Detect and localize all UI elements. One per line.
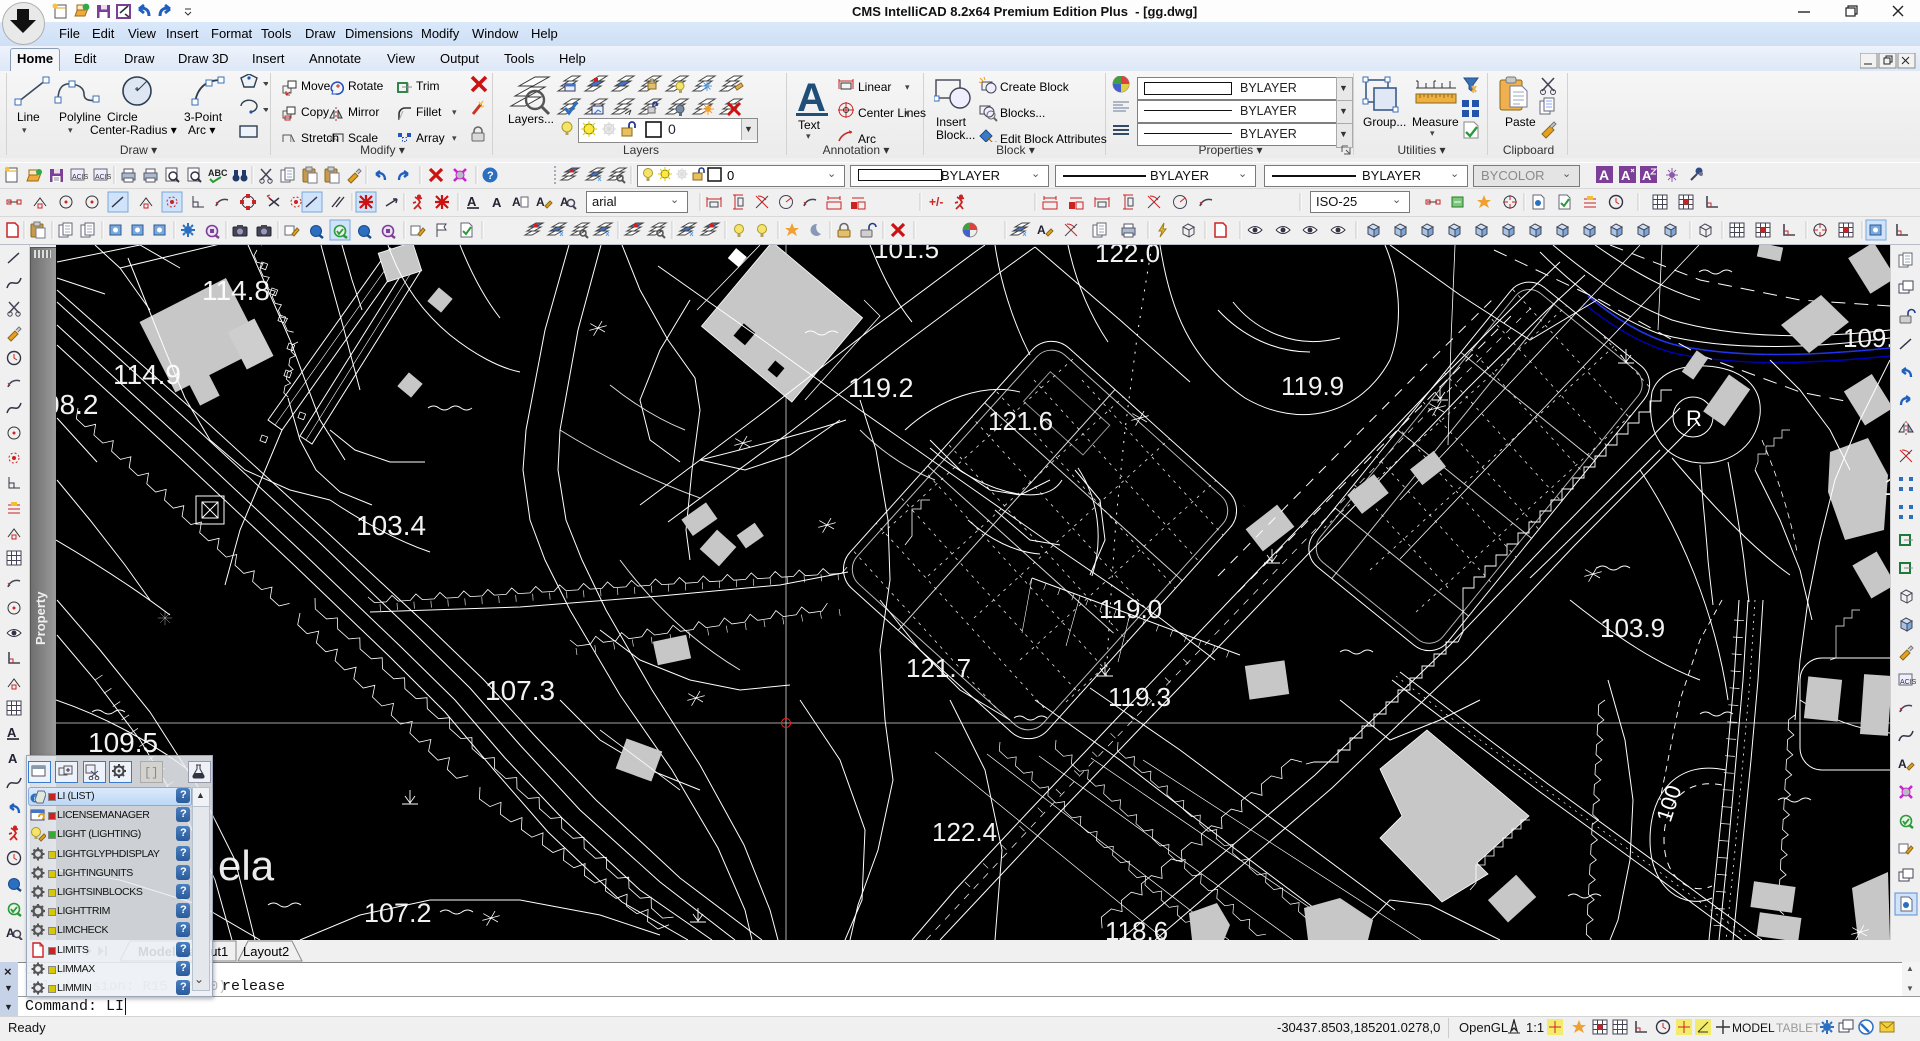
svg-text:A: A	[1037, 223, 1046, 237]
svg-text:114.8: 114.8	[202, 275, 270, 306]
svg-text:103.9: 103.9	[1600, 613, 1665, 643]
svg-text:122.0: 122.0	[1095, 245, 1160, 268]
svg-text:119.2: 119.2	[848, 373, 914, 403]
svg-text:A: A	[492, 195, 502, 210]
svg-text:ACIS: ACIS	[72, 174, 89, 181]
svg-text:08.2: 08.2	[56, 389, 99, 420]
svg-text:107.2: 107.2	[364, 898, 432, 928]
svg-text:121.7: 121.7	[906, 653, 971, 683]
svg-text:ela: ela	[218, 842, 275, 889]
svg-text:R: R	[1686, 406, 1702, 431]
svg-text:103.4: 103.4	[356, 510, 426, 541]
svg-text:ABC: ABC	[208, 168, 228, 178]
svg-text:A: A	[512, 195, 521, 209]
svg-text:A: A	[1621, 168, 1631, 183]
svg-text:?: ?	[487, 170, 494, 182]
svg-text:122.4: 122.4	[932, 817, 997, 847]
svg-text:A: A	[467, 194, 477, 209]
svg-text:ACIS: ACIS	[1900, 679, 1917, 686]
svg-text:121.6: 121.6	[988, 406, 1053, 436]
svg-text:118.6: 118.6	[1105, 916, 1168, 940]
svg-text:107.3: 107.3	[485, 675, 555, 706]
svg-text:A: A	[1599, 167, 1609, 183]
svg-text:A: A	[1642, 168, 1652, 183]
svg-text:+/-: +/-	[929, 195, 943, 209]
svg-text:109.3: 109.3	[1843, 323, 1890, 353]
svg-text:109.5: 109.5	[88, 727, 158, 758]
svg-text:A: A	[536, 195, 545, 209]
svg-text:101.5: 101.5	[874, 245, 939, 264]
svg-text:A: A	[1898, 757, 1907, 771]
svg-text:119.3: 119.3	[1108, 682, 1171, 712]
svg-text:[]: []	[144, 766, 158, 780]
svg-text:114.9: 114.9	[113, 359, 181, 390]
svg-text:119.0: 119.0	[1099, 594, 1162, 624]
svg-text:A: A	[8, 751, 18, 766]
svg-text:ACIS: ACIS	[95, 174, 112, 181]
svg-text:A: A	[7, 725, 17, 740]
svg-text:10: 10	[1884, 474, 1890, 501]
svg-text:119.9: 119.9	[1281, 371, 1344, 401]
